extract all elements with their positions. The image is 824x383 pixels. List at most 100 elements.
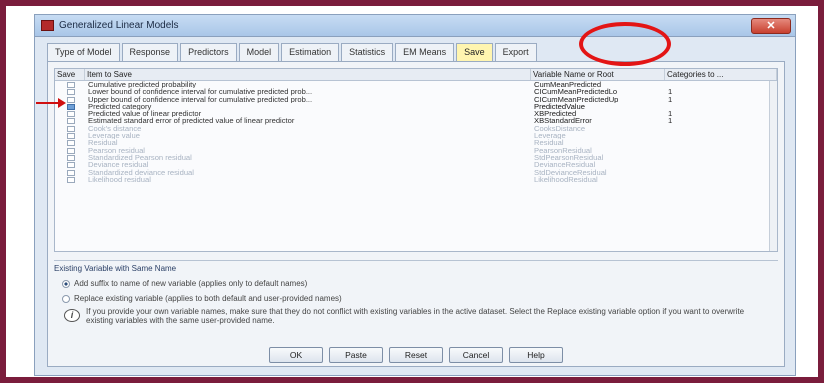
ok-button[interactable]: OK	[269, 347, 323, 363]
cancel-button[interactable]: Cancel	[449, 347, 503, 363]
save-checkbox[interactable]	[67, 103, 75, 110]
title-bar[interactable]: Generalized Linear Models ✕	[35, 15, 795, 37]
categories-cell	[665, 81, 777, 88]
screenshot-frame: Generalized Linear Models ✕ Type of Mode…	[6, 6, 818, 377]
tab-predictors[interactable]: Predictors	[180, 43, 237, 61]
variable-name-cell[interactable]: XBStandardError	[531, 117, 665, 124]
save-panel: Save Item to Save Variable Name or Root …	[47, 61, 785, 367]
table-row[interactable]: Predicted value of linear predictor XBPre…	[55, 110, 777, 117]
table-row[interactable]: Deviance residual DevianceResidual	[55, 161, 777, 169]
save-cell	[55, 88, 85, 96]
item-label: Lower bound of confidence interval for c…	[88, 88, 313, 96]
save-cell	[55, 117, 85, 125]
table-row[interactable]: Upper bound of confidence interval for c…	[55, 96, 777, 103]
variable-name-cell: PearsonResidual	[534, 146, 592, 154]
radio-replace-label: Replace existing variable (applies to bo…	[74, 294, 342, 303]
reset-button[interactable]: Reset	[389, 347, 443, 363]
item-label: Likelihood residual	[88, 175, 151, 184]
item-label: Deviance residual	[88, 161, 149, 169]
header-variable[interactable]: Variable Name or Root	[531, 69, 665, 80]
categories-cell	[665, 132, 777, 139]
header-item[interactable]: Item to Save	[85, 69, 531, 80]
categories-cell	[665, 154, 777, 161]
table-row[interactable]: Standardized deviance residual StdDevianc…	[55, 169, 777, 176]
table-row[interactable]: Standardized Pearson residual StdPearsonR…	[55, 154, 777, 161]
save-checkbox[interactable]	[67, 118, 75, 125]
save-checkbox	[67, 140, 75, 147]
paste-button[interactable]: Paste	[329, 347, 383, 363]
categories-cell	[665, 176, 777, 183]
table-row[interactable]: Cumulative predicted probability CumMeanP…	[55, 81, 777, 88]
save-cell	[55, 147, 85, 154]
categories-cell: 1	[668, 110, 673, 118]
save-checkbox[interactable]	[67, 96, 75, 103]
items-table: Save Item to Save Variable Name or Root …	[54, 68, 778, 252]
table-scrollbar[interactable]	[769, 81, 777, 251]
save-checkbox	[67, 162, 75, 169]
variable-name-cell: StdDevianceResidual	[534, 168, 607, 176]
variable-name-cell[interactable]: CICumMeanPredictedUp	[531, 96, 665, 103]
variable-name-cell[interactable]: CICumMeanPredictedLo	[531, 88, 665, 95]
radio-button-selected-icon[interactable]	[62, 279, 70, 288]
dialog-title: Generalized Linear Models	[59, 20, 179, 31]
radio-add-suffix-label: Add suffix to name of new variable (appl…	[74, 279, 308, 288]
save-cell	[55, 132, 85, 140]
tab-model[interactable]: Model	[238, 43, 280, 61]
table-row[interactable]: Residual Residual	[55, 139, 777, 147]
item-label: Standardized deviance residual	[88, 168, 194, 176]
save-checkbox[interactable]	[67, 82, 75, 88]
table-row[interactable]: Lower bound of confidence interval for c…	[55, 88, 777, 96]
header-categories[interactable]: Categories to ...	[665, 69, 777, 80]
red-highlight-circle	[579, 22, 671, 66]
tab-em-means[interactable]: EM Means	[395, 43, 455, 61]
table-header: Save Item to Save Variable Name or Root …	[55, 69, 777, 81]
save-cell	[55, 125, 85, 132]
table-row[interactable]: Estimated standard error of predicted va…	[55, 117, 777, 125]
save-checkbox	[67, 125, 75, 132]
radio-button-icon[interactable]	[62, 294, 70, 303]
save-checkbox[interactable]	[67, 111, 75, 118]
header-save[interactable]: Save	[55, 69, 85, 80]
save-cell	[55, 154, 85, 161]
info-text: If you provide your own variable names, …	[86, 307, 745, 325]
table-row[interactable]: Predicted category PredictedValue	[55, 103, 777, 110]
table-row[interactable]: Cook's distance CooksDistance	[55, 125, 777, 132]
tab-type-of-model[interactable]: Type of Model	[47, 43, 120, 61]
categories-cell	[665, 147, 777, 154]
tab-save[interactable]: Save	[456, 43, 493, 61]
existing-variable-group: Existing Variable with Same Name Add suf…	[54, 260, 778, 332]
save-cell	[55, 169, 85, 176]
item-label: Upper bound of confidence interval for c…	[88, 95, 313, 103]
red-arrow-icon	[58, 98, 66, 108]
radio-replace[interactable]: Replace existing variable (applies to bo…	[54, 294, 778, 303]
variable-name-cell[interactable]: XBPredicted	[531, 110, 665, 117]
categories-cell: 1	[668, 117, 673, 125]
help-button[interactable]: Help	[509, 347, 563, 363]
variable-name-cell: Residual	[534, 139, 564, 147]
glm-dialog: Generalized Linear Models ✕ Type of Mode…	[34, 14, 796, 376]
categories-cell	[665, 161, 777, 168]
tab-statistics[interactable]: Statistics	[341, 43, 394, 61]
tab-response[interactable]: Response	[121, 43, 179, 61]
close-button[interactable]: ✕	[751, 18, 791, 34]
info-note: i If you provide your own variable names…	[64, 307, 772, 325]
variable-name-cell[interactable]: PredictedValue	[531, 103, 665, 110]
variable-name-cell: CooksDistance	[534, 124, 586, 133]
table-row[interactable]: Pearson residual PearsonResidual	[55, 147, 777, 154]
save-checkbox[interactable]	[67, 89, 75, 96]
variable-name-cell: StdPearsonResidual	[534, 153, 604, 162]
tab-export[interactable]: Export	[494, 43, 537, 61]
categories-cell: 1	[668, 88, 673, 96]
item-label: Cumulative predicted probability	[88, 81, 197, 89]
save-cell	[55, 110, 85, 118]
table-row[interactable]: Leverage value Leverage	[55, 132, 777, 139]
save-checkbox	[67, 176, 75, 183]
table-row[interactable]: Likelihood residual LikelihoodResidual	[55, 176, 777, 183]
table-body: Cumulative predicted probability CumMeanP…	[55, 81, 777, 183]
save-cell	[55, 161, 85, 169]
tab-estimation[interactable]: Estimation	[281, 43, 340, 61]
item-label: Cook's distance	[88, 124, 142, 133]
variable-name-cell[interactable]: CumMeanPredicted	[531, 81, 665, 88]
radio-add-suffix[interactable]: Add suffix to name of new variable (appl…	[54, 279, 778, 288]
categories-cell	[665, 103, 777, 110]
